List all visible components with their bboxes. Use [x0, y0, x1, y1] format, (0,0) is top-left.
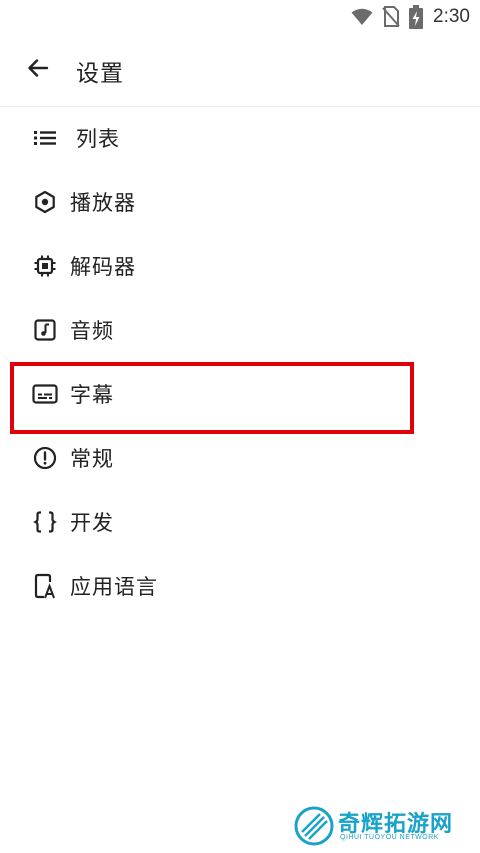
list-icon	[32, 125, 58, 151]
watermark: 奇辉拓游网 QIHUI TUOYOU NETWORK	[294, 804, 474, 850]
battery-charging-icon	[409, 5, 424, 29]
back-button[interactable]	[20, 52, 56, 88]
menu-item-label: 列表	[76, 127, 120, 151]
hexagon-icon	[32, 189, 58, 215]
menu-item-label: 常规	[70, 447, 114, 471]
page-title: 设置	[76, 61, 124, 87]
subtitles-icon	[32, 381, 58, 407]
wifi-icon	[351, 8, 373, 26]
watermark-subtitle: QIHUI TUOYOU NETWORK	[340, 834, 439, 841]
settings-menu: 列表 播放器 解码器 音频 字幕 常规 开发 应用语言	[0, 106, 480, 618]
menu-item-label: 开发	[70, 511, 114, 535]
alert-circle-icon	[32, 445, 58, 471]
menu-item-label: 音频	[70, 319, 114, 343]
language-icon	[32, 573, 58, 599]
menu-item-developer[interactable]: 开发	[0, 490, 480, 554]
watermark-logo-icon	[294, 806, 334, 850]
status-icons: 2:30	[351, 4, 470, 30]
menu-item-list[interactable]: 列表	[0, 106, 480, 170]
menu-item-app-language[interactable]: 应用语言	[0, 554, 480, 618]
menu-item-label: 应用语言	[70, 575, 158, 599]
menu-item-label: 解码器	[70, 255, 136, 279]
menu-item-audio[interactable]: 音频	[0, 298, 480, 362]
menu-item-label: 播放器	[70, 191, 136, 215]
chip-icon	[32, 253, 58, 279]
arrow-left-icon	[26, 56, 50, 84]
app-bar: 设置	[0, 34, 480, 107]
code-braces-icon	[32, 509, 58, 535]
menu-item-decoder[interactable]: 解码器	[0, 234, 480, 298]
menu-item-player[interactable]: 播放器	[0, 170, 480, 234]
no-sim-icon	[382, 6, 400, 28]
status-time: 2:30	[433, 6, 470, 27]
menu-item-general[interactable]: 常规	[0, 426, 480, 490]
menu-item-subtitles[interactable]: 字幕	[0, 362, 480, 426]
menu-item-label: 字幕	[70, 383, 114, 407]
music-note-icon	[32, 317, 58, 343]
status-bar: 2:30	[0, 0, 480, 34]
